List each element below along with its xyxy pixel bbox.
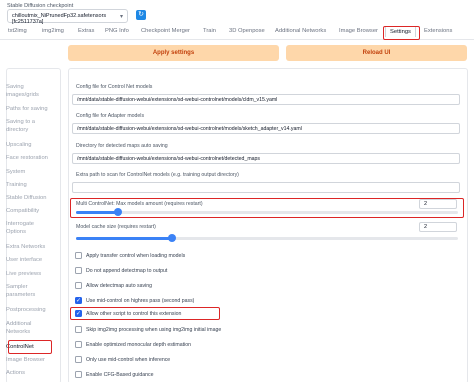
sidebar-item-saving-images[interactable]: Saving images/grids [6,84,54,99]
tab-3d-openpose[interactable]: 3D Openpose [229,28,265,34]
model-cache-number[interactable]: 2 [419,222,457,232]
checkbox-box[interactable] [75,371,82,378]
max-models-fill [76,211,119,214]
tab-extras[interactable]: Extras [78,28,94,34]
checkbox-box[interactable] [75,252,82,259]
tab-checkpoint-merger[interactable]: Checkpoint Merger [141,28,190,34]
detected-maps-dir-label: Directory for detected maps auto saving [76,143,168,149]
checkbox-box[interactable] [75,356,82,363]
tab-extensions[interactable]: Extensions [424,28,452,34]
checkbox-label: Skip img2img processing when using img2i… [86,326,222,333]
detected-maps-dir-input[interactable]: /mnt/data/stable-diffusion-webui/extensi… [72,153,460,164]
sidebar-item-interrogate-options[interactable]: Interrogate Options [6,221,54,236]
controlnet-config-label: Config file for Control Net models [76,84,153,90]
max-models-slider[interactable] [76,208,458,216]
checkbox-box[interactable] [75,282,82,289]
checkbox-label: Apply transfer control when loading mode… [86,252,186,259]
checkbox-label: Allow detectmap auto saving [86,282,153,289]
checkbox-box[interactable] [75,341,82,348]
sidebar-item-stable-diffusion[interactable]: Stable Diffusion [6,195,54,203]
checkpoint-dropdown[interactable]: chilloutmix_NiPrunedFp32.safetensors [fc… [7,9,128,25]
sidebar-item-compatibility[interactable]: Compatibility [6,208,54,216]
sidebar-item-saving-to-directory[interactable]: Saving to a directory [6,119,54,134]
tab-train[interactable]: Train [203,28,216,34]
checkbox-box[interactable]: ✓ [75,310,82,317]
checkbox-label: Only use mid-control when inference [86,356,171,363]
sidebar-item-sampler-parameters[interactable]: Sampler parameters [6,284,54,299]
reload-ui-button[interactable]: Reload UI [286,45,467,61]
max-models-label: Multi ControlNet: Max models amount (req… [76,201,203,207]
checkpoint-value: chilloutmix_NiPrunedFp32.safetensors [fc… [12,13,107,25]
tab-image-browser[interactable]: Image Browser [339,28,378,34]
checkbox-label: Do not append detectmap to output [86,267,168,274]
sidebar-item-training[interactable]: Training [6,182,54,190]
sidebar-item-actions[interactable]: Actions [6,370,54,378]
checkbox-label: Enable optimized monocular depth estimat… [86,341,191,348]
sidebar-item-postprocessing[interactable]: Postprocessing [6,307,54,315]
sidebar-item-live-previews[interactable]: Live previews [6,271,54,279]
apply-settings-button[interactable]: Apply settings [68,45,279,61]
tab-png-info[interactable]: PNG Info [105,28,129,34]
sidebar-item-paths-for-saving[interactable]: Paths for saving [6,106,54,114]
checkbox-box[interactable] [75,326,82,333]
controlnet-item-highlight [8,340,52,354]
checkbox-box[interactable] [75,267,82,274]
sidebar-item-system[interactable]: System [6,169,54,177]
adapter-config-input[interactable]: /mnt/data/stable-diffusion-webui/extensi… [72,123,460,134]
model-cache-slider[interactable] [76,234,458,242]
sidebar-item-user-interface[interactable]: User interface [6,257,54,265]
extra-models-path-input[interactable] [72,182,460,193]
sidebar-item-extra-networks[interactable]: Extra Networks [6,244,54,252]
settings-tab-highlight [383,26,420,40]
model-cache-fill [76,237,172,240]
tab-img2img[interactable]: img2img [42,28,64,34]
model-cache-label: Model cache size (requires restart) [76,224,156,230]
refresh-icon[interactable]: ↻ [136,10,146,20]
checkbox-label: Allow other script to control this exten… [86,310,182,317]
sidebar-item-upscaling[interactable]: Upscaling [6,142,54,150]
checkbox-box[interactable]: ✓ [75,297,82,304]
controlnet-config-input[interactable]: /mnt/data/stable-diffusion-webui/extensi… [72,94,460,105]
sidebar-item-face-restoration[interactable]: Face restoration [6,155,54,163]
model-cache-handle[interactable] [167,234,176,242]
checkbox-label: Enable CFG-Based guidance [86,371,154,378]
tab-additional-networks[interactable]: Additional Networks [275,28,326,34]
chevron-down-icon: ▾ [119,14,123,20]
extra-models-path-label: Extra path to scan for ControlNet models… [76,172,239,178]
max-models-number[interactable]: 2 [419,199,457,209]
adapter-config-label: Config file for Adapter models [76,113,145,119]
tab-txt2img[interactable]: txt2img [8,28,27,34]
sidebar-item-additional-networks[interactable]: Additional Networks [6,321,54,336]
checkbox-label: Use mid-control on highres pass (second … [86,297,195,304]
sidebar-item-image-browser[interactable]: Image Browser [6,357,54,365]
